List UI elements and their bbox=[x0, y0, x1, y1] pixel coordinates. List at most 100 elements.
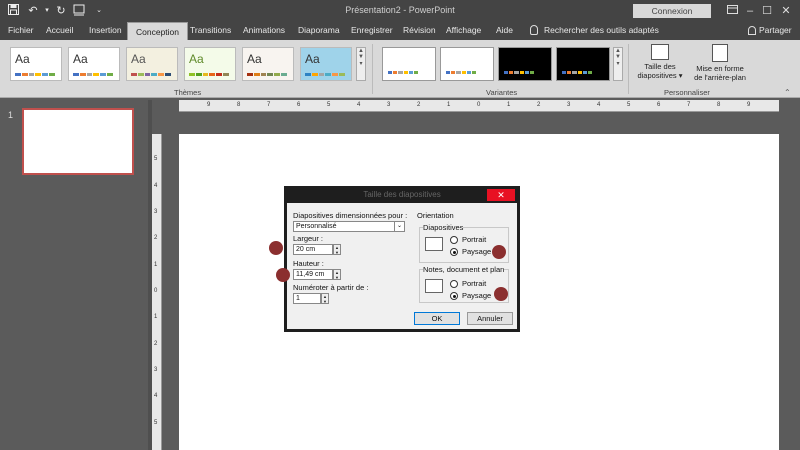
tab-insertion[interactable]: Insertion bbox=[89, 25, 122, 35]
restore-icon[interactable]: ☐ bbox=[757, 2, 777, 20]
notes-portrait-radio[interactable] bbox=[450, 280, 458, 288]
group-separator bbox=[372, 44, 373, 94]
slides-group-label: Diapositives bbox=[423, 223, 464, 232]
slide-size-button[interactable]: Taille des diapositives ▾ bbox=[632, 44, 688, 80]
theme-sample-text: Aa bbox=[189, 52, 204, 66]
variant-item[interactable] bbox=[440, 47, 494, 81]
ruler-number: 5 bbox=[154, 419, 158, 426]
tab-aide[interactable]: Aide bbox=[496, 25, 513, 35]
theme-color-bars bbox=[131, 73, 171, 76]
slide-size-label-1: Taille des bbox=[644, 62, 676, 71]
theme-color-bars bbox=[247, 73, 287, 76]
width-stepper[interactable]: ▲ ▼ bbox=[333, 244, 341, 255]
slide-size-icon bbox=[651, 44, 669, 60]
notes-page-icon bbox=[425, 279, 443, 293]
slide-size-label-2: diapositives ▾ bbox=[637, 71, 683, 80]
ok-button[interactable]: OK bbox=[414, 312, 460, 325]
height-stepper[interactable]: ▲ ▼ bbox=[333, 269, 341, 280]
group-separator bbox=[628, 44, 629, 94]
ruler-number: 4 bbox=[154, 393, 158, 400]
ruler-number: 3 bbox=[567, 102, 571, 108]
ribbon-display-icon[interactable] bbox=[722, 2, 742, 20]
tab-transitions[interactable]: Transitions bbox=[190, 25, 231, 35]
tab-diaporama[interactable]: Diaporama bbox=[298, 25, 340, 35]
slides-landscape-radio[interactable] bbox=[450, 248, 458, 256]
annotation-marker-slides-orientation bbox=[492, 245, 506, 259]
theme-item[interactable]: Aa bbox=[126, 47, 178, 81]
theme-item[interactable]: Aa bbox=[68, 47, 120, 81]
vertical-ruler: 5 4 3 2 1 0 1 2 3 4 5 bbox=[152, 134, 162, 450]
ruler-number: 2 bbox=[417, 102, 421, 108]
variant-item[interactable] bbox=[498, 47, 552, 81]
number-from-stepper[interactable]: ▲ ▼ bbox=[321, 293, 329, 304]
tab-affichage[interactable]: Affichage bbox=[446, 25, 481, 35]
share-button[interactable]: Partager bbox=[748, 25, 792, 35]
customize-group-label: Personnaliser bbox=[664, 88, 710, 97]
theme-color-bars bbox=[73, 73, 113, 76]
slide-number: 1 bbox=[8, 110, 14, 120]
slides-landscape-label: Paysage bbox=[462, 247, 492, 256]
variant-color-bars bbox=[504, 71, 535, 74]
notes-landscape-radio[interactable] bbox=[450, 292, 458, 300]
variants-scroll[interactable]: ▲ ▼ ▾ bbox=[613, 47, 623, 81]
cancel-button[interactable]: Annuler bbox=[467, 312, 513, 325]
ruler-number: 2 bbox=[154, 235, 158, 242]
tab-enregistrer[interactable]: Enregistrer bbox=[351, 25, 393, 35]
number-from-label: Numéroter à partir de : bbox=[293, 283, 369, 292]
lightbulb-icon bbox=[530, 25, 538, 35]
horizontal-ruler: 9 8 7 6 5 4 3 2 1 0 1 2 3 4 5 6 7 8 9 bbox=[179, 100, 779, 112]
number-from-input[interactable]: 1 bbox=[293, 293, 321, 304]
slide-thumbnail[interactable] bbox=[22, 108, 134, 175]
ruler-number: 4 bbox=[357, 102, 361, 108]
ruler-number: 6 bbox=[297, 102, 301, 108]
tab-conception[interactable]: Conception bbox=[127, 22, 189, 42]
slide-size-dialog: Taille des diapositives ✕ Diapositives d… bbox=[284, 186, 520, 332]
format-background-icon bbox=[712, 44, 728, 62]
ruler-number: 9 bbox=[207, 102, 211, 108]
ruler-number: 2 bbox=[537, 102, 541, 108]
slides-portrait-label: Portrait bbox=[462, 235, 487, 244]
themes-group-label: Thèmes bbox=[174, 88, 202, 97]
ruler-number: 5 bbox=[154, 156, 158, 163]
slides-sized-for-select[interactable]: Personnalisé ⌄ bbox=[293, 221, 405, 232]
width-input[interactable]: 20 cm bbox=[293, 244, 333, 255]
collapse-ribbon-icon[interactable]: ⌃ bbox=[784, 88, 791, 97]
slides-portrait-radio[interactable] bbox=[450, 236, 458, 244]
connexion-button[interactable]: Connexion bbox=[633, 4, 711, 18]
tab-animations[interactable]: Animations bbox=[243, 25, 285, 35]
title-bar: ↶ ▾ ↻ ⌄ Présentation2 - PowerPoint Conne… bbox=[0, 0, 800, 22]
theme-item[interactable]: Aa bbox=[10, 47, 62, 81]
variant-item[interactable] bbox=[556, 47, 610, 81]
theme-item[interactable]: Aa bbox=[184, 47, 236, 81]
variant-item[interactable] bbox=[382, 47, 436, 81]
ruler-number: 1 bbox=[154, 314, 158, 321]
variant-color-bars bbox=[388, 71, 419, 74]
format-background-button[interactable]: Mise en forme de l'arrière-plan bbox=[690, 44, 750, 82]
ruler-number: 1 bbox=[447, 102, 451, 108]
ruler-number: 4 bbox=[597, 102, 601, 108]
ruler-number: 1 bbox=[154, 261, 158, 268]
ruler-number: 5 bbox=[327, 102, 331, 108]
ruler-number: 8 bbox=[237, 102, 241, 108]
search-tell-me[interactable]: Rechercher des outils adaptés bbox=[530, 25, 659, 35]
tab-fichier[interactable]: Fichier bbox=[8, 25, 34, 35]
theme-item[interactable]: Aa bbox=[300, 47, 352, 81]
close-icon[interactable]: ✕ bbox=[776, 2, 796, 20]
dialog-close-button[interactable]: ✕ bbox=[487, 189, 515, 201]
theme-item[interactable]: Aa bbox=[242, 47, 294, 81]
tab-accueil[interactable]: Accueil bbox=[46, 25, 73, 35]
search-label: Rechercher des outils adaptés bbox=[544, 25, 659, 35]
person-icon bbox=[748, 26, 756, 35]
height-input[interactable]: 11,49 cm bbox=[293, 269, 333, 280]
annotation-marker-notes-orientation bbox=[494, 287, 508, 301]
slides-sized-for-label: Diapositives dimensionnées pour : bbox=[293, 211, 408, 220]
notes-portrait-label: Portrait bbox=[462, 279, 487, 288]
themes-scroll[interactable]: ▲ ▼ ▾ bbox=[356, 47, 366, 81]
ruler-number: 4 bbox=[154, 182, 158, 189]
ruler-number: 0 bbox=[154, 288, 158, 294]
tab-revision[interactable]: Révision bbox=[403, 25, 436, 35]
dialog-title: Taille des diapositives bbox=[287, 189, 517, 203]
ruler-number: 3 bbox=[154, 367, 158, 373]
ribbon: Aa Aa Aa Aa Aa Aa ▲ ▼ ▾ Thèmes ▲ ▼ ▾ Variantes Ta… bbox=[0, 40, 800, 98]
notes-group-label: Notes, document et plan bbox=[423, 265, 505, 274]
